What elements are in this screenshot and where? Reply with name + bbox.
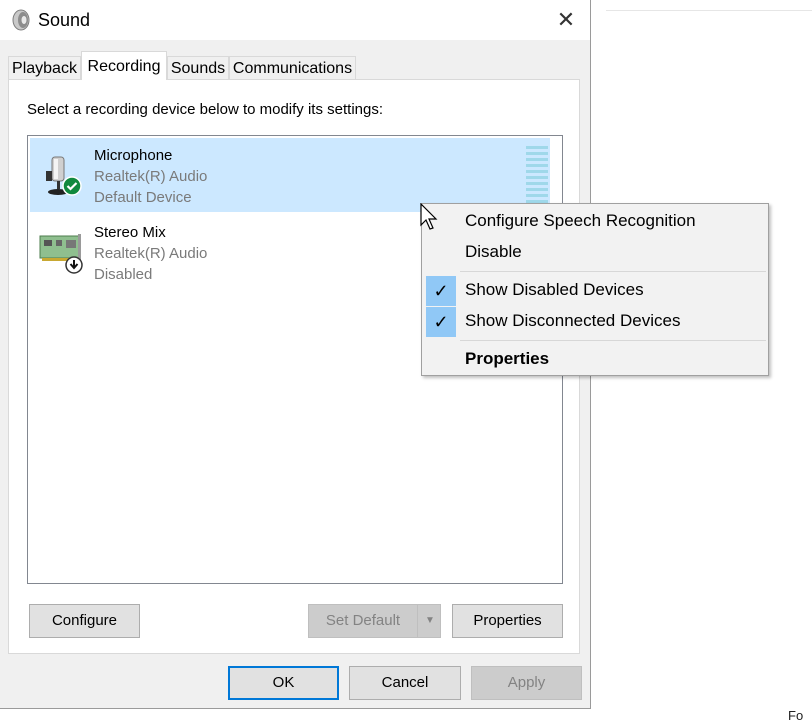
context-menu: Configure Speech Recognition Disable ✓ S… [421, 203, 769, 376]
set-default-label: Set Default [325, 612, 401, 629]
cancel-button[interactable]: Cancel [349, 666, 461, 700]
level-meter [526, 146, 548, 204]
menu-item-label: Properties [465, 349, 550, 368]
configure-button[interactable]: Configure [29, 604, 140, 638]
device-status: Default Device [94, 189, 192, 206]
menu-item-properties[interactable]: Properties [424, 345, 766, 375]
menu-item-configure-speech[interactable]: Configure Speech Recognition [424, 207, 766, 237]
menu-separator [460, 340, 766, 341]
chevron-down-icon[interactable]: ▼ [417, 605, 442, 637]
menu-item-show-disabled[interactable]: ✓ Show Disabled Devices [424, 276, 766, 306]
checkmark-icon: ✓ [426, 307, 456, 337]
background-divider [606, 10, 812, 11]
tab-recording[interactable]: Recording [81, 51, 167, 80]
menu-separator [460, 271, 766, 272]
mouse-cursor-icon [420, 203, 438, 230]
close-icon: ✕ [556, 7, 576, 32]
tab-sounds[interactable]: Sounds [167, 56, 229, 79]
instruction-text: Select a recording device below to modif… [27, 101, 384, 118]
device-item-microphone[interactable]: Microphone Realtek(R) Audio Default Devi… [30, 138, 550, 212]
set-default-button[interactable]: Set Default ▼ [308, 604, 441, 638]
device-driver: Realtek(R) Audio [94, 245, 208, 262]
tab-communications[interactable]: Communications [229, 56, 356, 79]
apply-button[interactable]: Apply [471, 666, 582, 700]
microphone-icon [46, 156, 82, 196]
menu-item-label: Show Disabled Devices [465, 280, 644, 299]
checkmark-icon: ✓ [426, 276, 456, 306]
title-bar[interactable]: Sound ✕ [0, 0, 590, 40]
close-button[interactable]: ✕ [546, 2, 586, 38]
window-title: Sound [38, 10, 91, 30]
device-driver: Realtek(R) Audio [94, 168, 208, 185]
menu-item-show-disconnected[interactable]: ✓ Show Disconnected Devices [424, 307, 766, 337]
speaker-icon [12, 9, 30, 31]
menu-item-label: Show Disconnected Devices [465, 311, 681, 330]
menu-item-disable[interactable]: Disable [424, 238, 766, 268]
properties-button[interactable]: Properties [452, 604, 563, 638]
device-name: Stereo Mix [94, 224, 166, 241]
sound-card-icon [39, 234, 83, 274]
device-name: Microphone [94, 147, 173, 164]
device-status: Disabled [94, 266, 153, 283]
tab-playback[interactable]: Playback [8, 56, 81, 79]
menu-item-label: Disable [465, 242, 522, 261]
ok-button[interactable]: OK [228, 666, 339, 700]
menu-item-label: Configure Speech Recognition [465, 211, 696, 230]
